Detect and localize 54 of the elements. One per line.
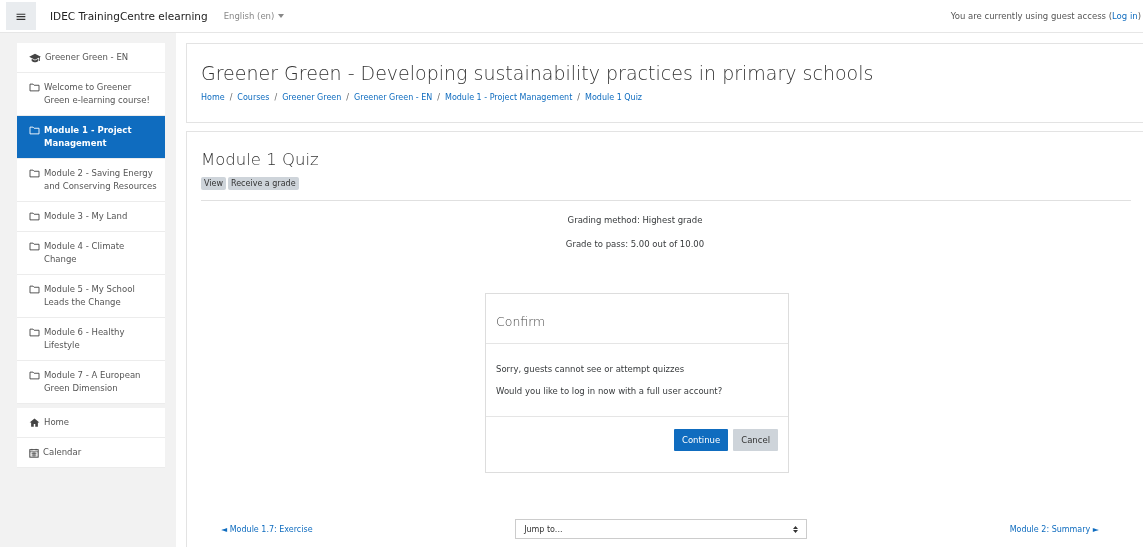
sidebar-item[interactable]: Module 6 - Healthy Lifestyle xyxy=(17,318,165,361)
folder-icon xyxy=(29,212,40,221)
login-link[interactable]: Log in xyxy=(1112,11,1138,21)
sidebar-item[interactable]: Module 1 - Project Management xyxy=(17,116,165,159)
quiz-info: Grade to pass: 5.00 out of 10.00 xyxy=(565,239,705,249)
calendar-icon xyxy=(29,448,39,458)
guest-access-notice: You are currently using guest access (Log in) xyxy=(950,11,1141,21)
site-name[interactable]: IDEC TrainingCentre elearning xyxy=(50,10,208,22)
jump-to-select[interactable]: Jump to... xyxy=(515,519,808,539)
continue-button[interactable]: Continue xyxy=(673,429,729,451)
sidebar-item[interactable]: Greener Green - EN xyxy=(17,43,165,73)
folder-icon xyxy=(29,242,40,251)
next-activity-link[interactable]: Module 2: Summary ► xyxy=(1009,524,1099,534)
sidebar-item[interactable]: Module 4 - Climate Change xyxy=(17,232,165,275)
folder-icon xyxy=(29,126,40,135)
folder-icon xyxy=(29,371,40,380)
breadcrumb-link[interactable]: Greener Green xyxy=(282,93,342,102)
breadcrumb-link[interactable]: Greener Green - EN xyxy=(354,93,433,102)
breadcrumb-link[interactable]: Module 1 Quiz xyxy=(585,93,643,102)
sidebar-item[interactable]: Home xyxy=(17,408,165,438)
completion-badge: View xyxy=(201,177,226,190)
dialog-message: Sorry, guests cannot see or attempt quizzes xyxy=(496,364,686,374)
folder-icon xyxy=(29,328,40,337)
breadcrumb-link[interactable]: Module 1 - Project Management xyxy=(445,93,573,102)
breadcrumb-separator: / xyxy=(274,93,278,102)
breadcrumb-link[interactable]: Courses xyxy=(237,93,270,102)
folder-icon xyxy=(29,285,40,294)
dialog-message: Would you like to log in now with a full user account? xyxy=(496,386,724,396)
folder-icon xyxy=(29,169,40,178)
sidebar-item[interactable]: Welcome to Greener Green e-learning course! xyxy=(17,73,165,116)
updown-icon xyxy=(793,525,799,533)
previous-activity-link[interactable]: ◄ Module 1.7: Exercise xyxy=(221,524,313,534)
sidebar-item[interactable]: Calendar xyxy=(17,438,165,468)
breadcrumb-separator: / xyxy=(346,93,350,102)
sidebar-item[interactable]: Module 7 - A European Green Dimension xyxy=(17,361,165,404)
course-title: Greener Green - Developing sustainability practices in primary schools xyxy=(201,62,875,84)
cancel-button[interactable]: Cancel xyxy=(733,429,778,451)
graduation-cap-icon xyxy=(29,53,41,63)
sidebar-item[interactable]: Module 2 - Saving Energy and Conserving Resources xyxy=(17,159,165,202)
activity-title: Module 1 Quiz xyxy=(201,150,320,169)
language-menu[interactable]: English (en) xyxy=(223,11,285,21)
breadcrumb-link[interactable]: Home xyxy=(201,93,225,102)
dialog-title: Confirm xyxy=(486,294,788,344)
breadcrumb-separator: / xyxy=(577,93,580,102)
quiz-info: Grading method: Highest grade xyxy=(567,215,703,225)
completion-badge: Receive a grade xyxy=(228,177,299,190)
menu-button[interactable]: ≡ xyxy=(6,2,36,30)
breadcrumb-separator: / xyxy=(229,93,233,102)
sidebar-item[interactable]: Module 3 - My Land xyxy=(17,202,165,232)
folder-icon xyxy=(29,83,40,92)
caret-icon xyxy=(278,14,285,18)
sidebar-item[interactable]: Module 5 - My School Leads the Change xyxy=(17,275,165,318)
home-icon xyxy=(29,418,40,427)
breadcrumb-separator: / xyxy=(437,93,440,102)
